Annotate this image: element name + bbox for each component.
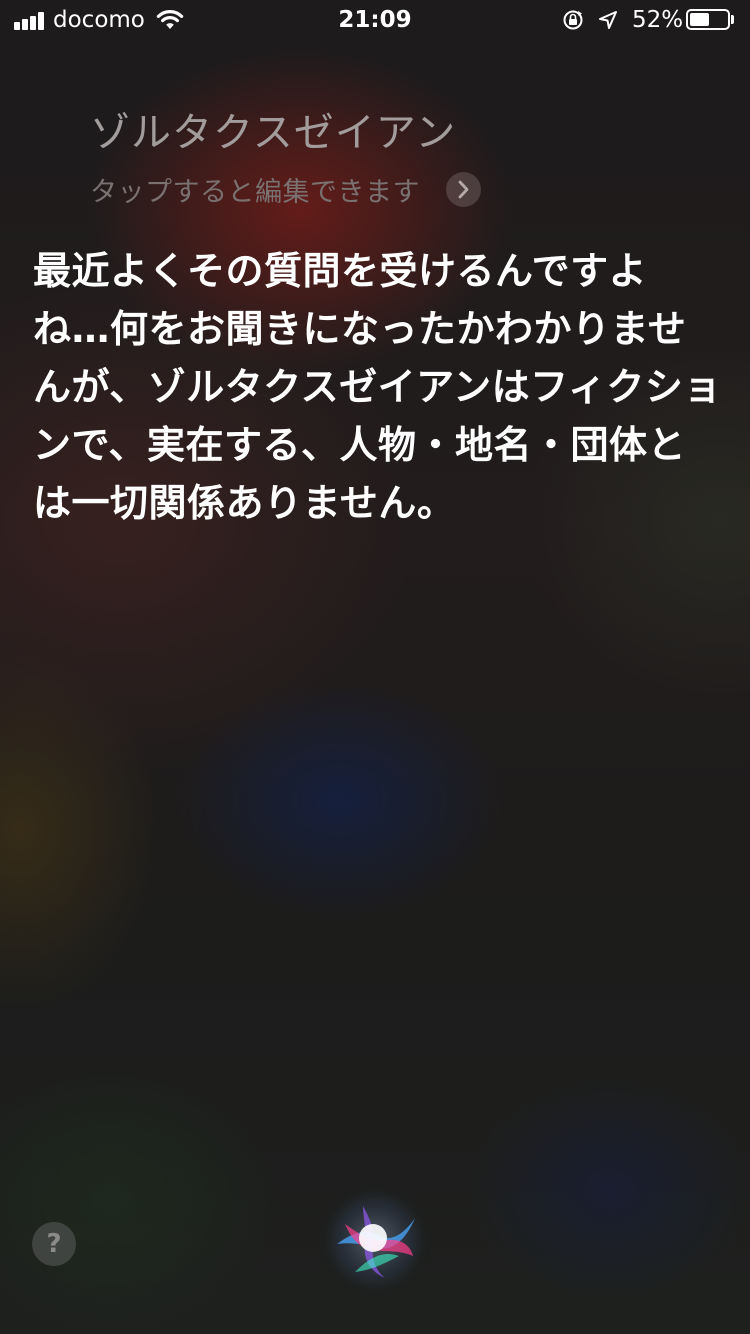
battery-level-fill — [690, 13, 709, 26]
siri-response-text: 最近よくその質問を受けるんですよね…何をお聞きになったかわかりませんが、ゾルタク… — [33, 249, 722, 525]
status-bar: docomo 21:09 52% — [0, 0, 750, 40]
help-button[interactable]: ? — [32, 1222, 76, 1266]
edit-query-button[interactable] — [446, 172, 481, 207]
location-arrow-icon — [599, 11, 617, 29]
battery-nub — [731, 15, 734, 24]
tap-to-edit-hint[interactable]: タップすると編集できます — [90, 170, 420, 209]
battery-icon — [686, 9, 730, 30]
chevron-right-icon — [458, 180, 469, 199]
battery-percent: 52% — [632, 7, 684, 33]
rotation-lock-icon — [563, 10, 583, 30]
siri-query-text[interactable]: ゾルタクスゼイアン — [90, 100, 456, 158]
siri-orb-icon[interactable] — [315, 1180, 435, 1300]
